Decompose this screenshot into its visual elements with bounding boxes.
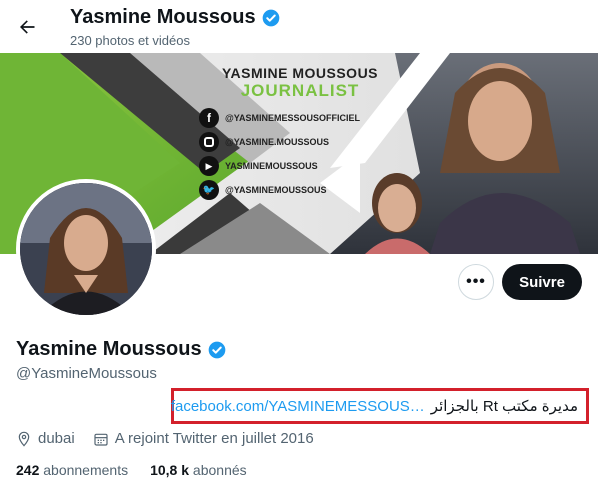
banner-social-row: 🐦 @YASMINEMOUSSOUS — [199, 178, 379, 202]
followers-stat[interactable]: 10,8 k abonnés — [150, 462, 247, 478]
following-stat[interactable]: 242 abonnements — [16, 462, 128, 478]
banner-heading: YASMINE MOUSSOUS — [221, 65, 379, 81]
banner-socials: f @YASMINEMESSOUSOFFICIEL @YASMINE.MOUSS… — [199, 106, 379, 202]
join-date: A rejoint Twitter en juillet 2016 — [93, 430, 314, 447]
bio-link[interactable]: facebook.com/YASMINEMESSOUS… — [171, 398, 425, 415]
instagram-icon — [199, 132, 219, 152]
back-button[interactable] — [12, 12, 42, 42]
arrow-left-icon — [20, 20, 35, 34]
bio-highlight-box: facebook.com/YASMINEMESSOUS… مديرة مكتب … — [171, 388, 589, 424]
location: dubai — [16, 430, 75, 447]
banner-social-row: @YASMINE.MOUSSOUS — [199, 130, 379, 154]
bio-text: مديرة مكتب Rt بالجزائر — [430, 398, 578, 415]
profile-bio: facebook.com/YASMINEMESSOUS… مديرة مكتب … — [171, 397, 578, 416]
followers-count: 10,8 k — [150, 462, 190, 478]
banner-social-handle: @YASMINE.MOUSSOUS — [225, 137, 329, 147]
banner-social-row: ▶ YASMINEMOUSSOUS — [199, 154, 379, 178]
banner-text-block: YASMINE MOUSSOUS JOURNALIST — [215, 65, 385, 101]
join-date-text: A rejoint Twitter en juillet 2016 — [114, 430, 314, 447]
calendar-icon — [94, 433, 108, 446]
banner-social-handle: YASMINEMOUSSOUS — [225, 161, 318, 171]
facebook-icon: f — [199, 108, 219, 128]
top-bar: Yasmine Moussous 230 photos et vidéos — [0, 0, 598, 53]
more-icon: ••• — [466, 273, 486, 290]
location-pin-icon — [18, 431, 30, 447]
profile-name: Yasmine Moussous — [16, 338, 227, 361]
following-count: 242 — [16, 462, 40, 478]
banner-social-handle: @YASMINEMOUSSOUS — [225, 185, 327, 195]
verified-badge-icon — [262, 9, 279, 26]
banner-role: JOURNALIST — [240, 81, 360, 100]
verified-badge-icon — [208, 341, 225, 358]
avatar-image — [20, 183, 152, 315]
follow-button[interactable]: Suivre — [502, 264, 582, 300]
twitter-icon: 🐦 — [199, 180, 219, 200]
header-title-text: Yasmine Moussous — [70, 6, 256, 28]
header-subtitle: 230 photos et vidéos — [70, 33, 190, 48]
avatar[interactable] — [16, 179, 156, 319]
header-title: Yasmine Moussous — [70, 6, 281, 29]
profile-meta: dubai A rejoint Twitter en juillet 2016 — [16, 430, 332, 447]
follow-stats: 242 abonnements 10,8 k abonnés — [16, 462, 247, 478]
youtube-icon: ▶ — [199, 156, 219, 176]
profile-handle: @YasmineMoussous — [16, 365, 157, 382]
following-label: abonnements — [43, 462, 129, 478]
more-options-button[interactable]: ••• — [458, 264, 494, 300]
banner-social-row: f @YASMINEMESSOUSOFFICIEL — [199, 106, 379, 130]
location-text: dubai — [38, 430, 75, 447]
banner-social-handle: @YASMINEMESSOUSOFFICIEL — [225, 113, 360, 123]
followers-label: abonnés — [192, 462, 247, 478]
profile-name-text: Yasmine Moussous — [16, 338, 202, 360]
